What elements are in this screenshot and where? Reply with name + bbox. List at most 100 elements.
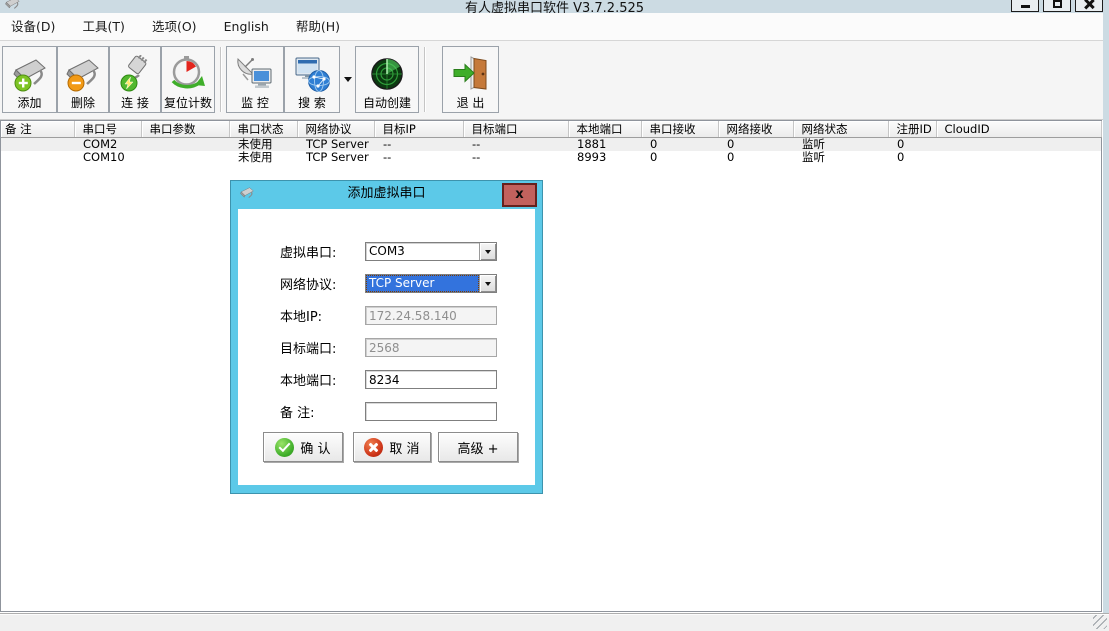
window-frame bbox=[1103, 13, 1109, 613]
cell: -- bbox=[463, 138, 568, 152]
col-target-ip[interactable]: 目标IP bbox=[374, 121, 463, 138]
col-net-status[interactable]: 网络状态 bbox=[793, 121, 888, 138]
cell: 0 bbox=[718, 151, 793, 164]
table-row[interactable]: COM2 未使用 TCP Server -- -- 1881 0 0 监听 0 bbox=[1, 138, 1101, 152]
cell: -- bbox=[374, 138, 463, 152]
virtual-port-select[interactable]: COM3 bbox=[365, 242, 497, 261]
delete-button[interactable]: 删除 bbox=[57, 46, 109, 113]
menu-options[interactable]: 选项(O) bbox=[141, 13, 208, 40]
cell: 0 bbox=[888, 151, 936, 164]
add-button[interactable]: 添加 bbox=[2, 46, 57, 113]
dialog-title: 添加虚拟串口 bbox=[231, 181, 542, 209]
protocol-select[interactable]: TCP Server bbox=[365, 274, 497, 293]
virtual-port-label: 虚拟串口: bbox=[280, 242, 365, 261]
menu-device[interactable]: 设备(D) bbox=[0, 13, 66, 40]
exit-icon bbox=[451, 55, 491, 96]
minimize-button[interactable] bbox=[1011, 0, 1039, 12]
remark-label: 备 注: bbox=[280, 402, 365, 421]
local-ip-field bbox=[365, 306, 497, 325]
dropdown-button[interactable] bbox=[479, 243, 496, 260]
dialog-close-button[interactable]: x bbox=[502, 183, 537, 207]
cell: TCP Server bbox=[297, 138, 374, 152]
toolbar-label: 自动创建 bbox=[363, 96, 411, 110]
col-serial-rx[interactable]: 串口接收 bbox=[641, 121, 718, 138]
toolbar: 添加 删除 连 接 复位计数 监 控 搜 索 自动创建 退 出 bbox=[0, 41, 1103, 120]
cell: -- bbox=[374, 151, 463, 164]
menu-english[interactable]: English bbox=[213, 13, 280, 40]
cell: -- bbox=[463, 151, 568, 164]
toolbar-label: 删除 bbox=[71, 96, 95, 110]
close-button[interactable] bbox=[1075, 0, 1103, 12]
advanced-label: 高级 + bbox=[457, 438, 498, 457]
search-icon bbox=[292, 55, 332, 96]
menu-help[interactable]: 帮助(H) bbox=[285, 13, 351, 40]
x-icon bbox=[364, 438, 383, 457]
local-port-field[interactable] bbox=[365, 370, 497, 389]
auto-create-button[interactable]: 自动创建 bbox=[355, 46, 419, 113]
cell: 监听 bbox=[793, 151, 888, 164]
monitor-button[interactable]: 监 控 bbox=[226, 46, 284, 113]
cell: 未使用 bbox=[229, 151, 297, 164]
auto-create-icon bbox=[367, 55, 407, 96]
cancel-button[interactable]: 取 消 bbox=[353, 432, 431, 462]
maximize-button[interactable] bbox=[1043, 0, 1071, 12]
connect-icon bbox=[115, 55, 155, 96]
cell: COM10 bbox=[74, 151, 141, 164]
col-port[interactable]: 串口号 bbox=[74, 121, 141, 138]
reset-count-button[interactable]: 复位计数 bbox=[161, 46, 215, 113]
target-port-field bbox=[365, 338, 497, 357]
cell: 0 bbox=[641, 151, 718, 164]
connect-button[interactable]: 连 接 bbox=[109, 46, 161, 113]
col-net-rx[interactable]: 网络接收 bbox=[718, 121, 793, 138]
monitor-icon bbox=[235, 55, 275, 96]
table-header-row: 备 注 串口号 串口参数 串口状态 网络协议 目标IP 目标端口 本地端口 串口… bbox=[1, 121, 1101, 138]
col-local-port[interactable]: 本地端口 bbox=[568, 121, 641, 138]
dialog-body: 虚拟串口: COM3 网络协议: TCP Server 本地IP: 目标端口: … bbox=[238, 209, 535, 485]
table-row[interactable]: COM10 未使用 TCP Server -- -- 8993 0 0 监听 0 bbox=[1, 151, 1101, 164]
col-port-params[interactable]: 串口参数 bbox=[141, 121, 229, 138]
col-target-port[interactable]: 目标端口 bbox=[463, 121, 568, 138]
cell: 未使用 bbox=[229, 138, 297, 152]
minimize-icon bbox=[1021, 5, 1030, 8]
protocol-label: 网络协议: bbox=[280, 274, 365, 293]
toolbar-label: 复位计数 bbox=[164, 96, 212, 110]
cell bbox=[1, 151, 74, 164]
maximize-icon bbox=[1053, 0, 1062, 8]
confirm-label: 确 认 bbox=[300, 438, 330, 457]
cell: 1881 bbox=[568, 138, 641, 152]
cell bbox=[141, 138, 229, 152]
col-port-status[interactable]: 串口状态 bbox=[229, 121, 297, 138]
chevron-down-icon bbox=[485, 282, 491, 286]
protocol-value: TCP Server bbox=[366, 275, 479, 292]
advanced-button[interactable]: 高级 + bbox=[438, 432, 518, 462]
dropdown-button[interactable] bbox=[479, 275, 496, 292]
toolbar-separator bbox=[220, 47, 222, 112]
col-register-id[interactable]: 注册ID bbox=[888, 121, 936, 138]
cell bbox=[141, 151, 229, 164]
check-icon bbox=[275, 438, 294, 457]
toolbar-label: 退 出 bbox=[457, 96, 485, 110]
chevron-down-icon bbox=[485, 250, 491, 254]
col-protocol[interactable]: 网络协议 bbox=[297, 121, 374, 138]
search-button[interactable]: 搜 索 bbox=[284, 46, 340, 113]
cancel-label: 取 消 bbox=[389, 438, 419, 457]
exit-button[interactable]: 退 出 bbox=[442, 46, 499, 113]
serial-port-table: 备 注 串口号 串口参数 串口状态 网络协议 目标IP 目标端口 本地端口 串口… bbox=[1, 121, 1102, 164]
chevron-down-icon bbox=[344, 77, 352, 82]
remark-field[interactable] bbox=[365, 402, 497, 421]
serial-connector-icon bbox=[239, 186, 256, 205]
resize-grip-icon[interactable] bbox=[1093, 615, 1107, 629]
add-serial-icon bbox=[10, 55, 50, 96]
search-dropdown-arrow[interactable] bbox=[340, 46, 355, 113]
cell: 8993 bbox=[568, 151, 641, 164]
cell: COM2 bbox=[74, 138, 141, 152]
menu-tools[interactable]: 工具(T) bbox=[71, 13, 135, 40]
toolbar-label: 监 控 bbox=[241, 96, 269, 110]
confirm-button[interactable]: 确 认 bbox=[263, 432, 343, 462]
toolbar-label: 连 接 bbox=[121, 96, 149, 110]
col-cloud-id[interactable]: CloudID bbox=[936, 121, 1101, 138]
reset-count-icon bbox=[168, 55, 208, 96]
cell: TCP Server bbox=[297, 151, 374, 164]
serial-port-list: 备 注 串口号 串口参数 串口状态 网络协议 目标IP 目标端口 本地端口 串口… bbox=[0, 120, 1102, 612]
col-remark[interactable]: 备 注 bbox=[1, 121, 74, 138]
